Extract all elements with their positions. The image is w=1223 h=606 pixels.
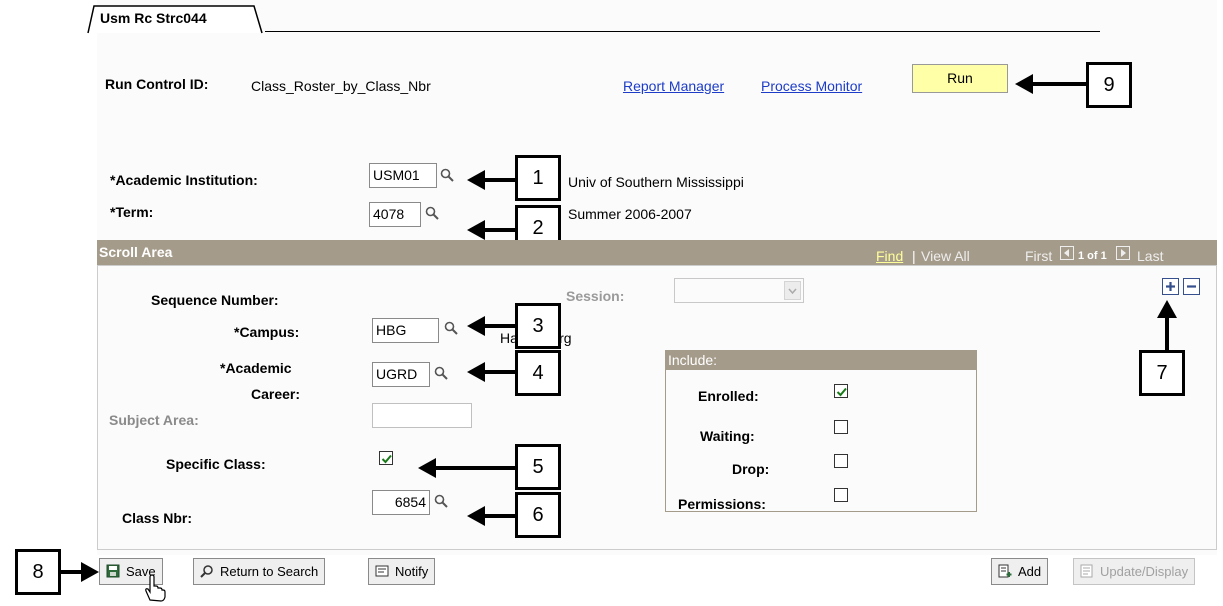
- row-count: 1 of 1: [1078, 250, 1107, 262]
- update-display-button[interactable]: Update/Display: [1073, 558, 1196, 585]
- subject-area-label: Subject Area:: [109, 412, 199, 428]
- callout-5-arrow: [418, 458, 515, 478]
- specific-class-checkbox[interactable]: [379, 451, 393, 465]
- waiting-checkbox[interactable]: [834, 420, 848, 434]
- scroll-area-title: Scroll Area: [99, 244, 173, 260]
- notify-icon: [375, 565, 389, 577]
- campus-lookup-icon[interactable]: [444, 321, 458, 335]
- process-monitor-link[interactable]: Process Monitor: [761, 78, 862, 94]
- drop-label: Drop:: [732, 461, 770, 477]
- class-nbr-label: Class Nbr:: [122, 510, 193, 526]
- previous-page-icon[interactable]: [1060, 246, 1074, 260]
- subject-area-input[interactable]: [372, 403, 472, 428]
- callout-3: 3: [515, 303, 561, 349]
- callout-4-arrow: [467, 362, 515, 382]
- next-page-icon[interactable]: [1116, 246, 1130, 260]
- callout-6-arrow: [467, 506, 515, 526]
- add-row-button[interactable]: [1162, 278, 1179, 295]
- session-label: Session:: [566, 288, 625, 304]
- career-lookup-icon[interactable]: [434, 366, 448, 380]
- session-select[interactable]: [674, 278, 804, 303]
- callout-8: 8: [15, 549, 61, 595]
- enrolled-label: Enrolled:: [698, 388, 759, 404]
- run-control-label: Run Control ID:: [105, 76, 209, 92]
- floppy-disk-icon: [106, 564, 120, 578]
- waiting-label: Waiting:: [700, 428, 755, 444]
- hand-cursor-icon: [145, 574, 166, 602]
- return-search-icon: [200, 565, 213, 578]
- campus-label: *Campus:: [234, 324, 300, 340]
- callout-1-arrow: [467, 170, 515, 190]
- delete-row-button[interactable]: [1183, 278, 1200, 295]
- tab-underline: [265, 31, 1100, 32]
- run-control-value: Class_Roster_by_Class_Nbr: [251, 78, 431, 94]
- permissions-label: Permissions:: [678, 496, 766, 512]
- sequence-number-label: Sequence Number:: [151, 292, 279, 308]
- add-label: Add: [1018, 564, 1042, 579]
- notify-label: Notify: [395, 564, 429, 579]
- career-label-line2: Career:: [251, 386, 301, 402]
- callout-3-arrow: [467, 316, 515, 336]
- checkmark-icon: [381, 454, 392, 464]
- institution-input[interactable]: USM01: [369, 163, 437, 188]
- minus-icon: [1187, 285, 1196, 288]
- drop-checkbox[interactable]: [834, 454, 848, 468]
- report-manager-link[interactable]: Report Manager: [623, 78, 724, 94]
- first-link[interactable]: First: [1025, 248, 1052, 264]
- class-nbr-lookup-icon[interactable]: [434, 494, 448, 508]
- specific-class-label: Specific Class:: [166, 456, 266, 472]
- term-description: Summer 2006-2007: [568, 206, 692, 222]
- institution-label: *Academic Institution:: [110, 172, 258, 188]
- checkmark-icon: [836, 387, 847, 397]
- callout-7: 7: [1139, 350, 1185, 396]
- enrolled-checkbox[interactable]: [834, 384, 848, 398]
- institution-description: Univ of Southern Mississippi: [568, 174, 744, 190]
- callout-9: 9: [1086, 62, 1132, 108]
- view-all-link[interactable]: View All: [921, 248, 970, 264]
- term-lookup-icon[interactable]: [425, 206, 439, 220]
- class-nbr-input[interactable]: 6854: [372, 490, 430, 515]
- include-title: Include:: [668, 352, 718, 368]
- career-label-line1: *Academic: [220, 360, 292, 376]
- chevron-down-icon: [784, 281, 801, 300]
- update-display-icon: [1080, 564, 1093, 578]
- last-link[interactable]: Last: [1137, 248, 1163, 264]
- tab-usm-rc-strc044[interactable]: Usm Rc Strc044: [100, 10, 207, 26]
- callout-2-arrow: [467, 220, 515, 240]
- career-input[interactable]: UGRD: [372, 362, 430, 387]
- campus-input[interactable]: HBG: [372, 318, 439, 343]
- callout-9-arrow: [1015, 74, 1087, 94]
- institution-lookup-icon[interactable]: [440, 168, 454, 182]
- return-to-search-label: Return to Search: [220, 564, 319, 579]
- update-display-label: Update/Display: [1100, 564, 1189, 579]
- permissions-checkbox[interactable]: [834, 488, 848, 502]
- callout-5: 5: [515, 444, 561, 490]
- header-separator: |: [912, 248, 916, 264]
- callout-6: 6: [515, 492, 561, 538]
- plus-icon: [1166, 282, 1175, 291]
- notify-button[interactable]: Notify: [368, 558, 436, 585]
- callout-4: 4: [515, 350, 561, 396]
- add-page-icon: [998, 564, 1012, 578]
- add-button[interactable]: Add: [991, 558, 1049, 585]
- callout-1: 1: [515, 155, 561, 201]
- run-button[interactable]: Run: [912, 64, 1008, 93]
- return-to-search-button[interactable]: Return to Search: [193, 558, 326, 585]
- term-input[interactable]: 4078: [369, 202, 421, 227]
- term-label: *Term:: [110, 204, 154, 220]
- find-link[interactable]: Find: [876, 248, 903, 264]
- callout-8-arrow: [61, 562, 99, 582]
